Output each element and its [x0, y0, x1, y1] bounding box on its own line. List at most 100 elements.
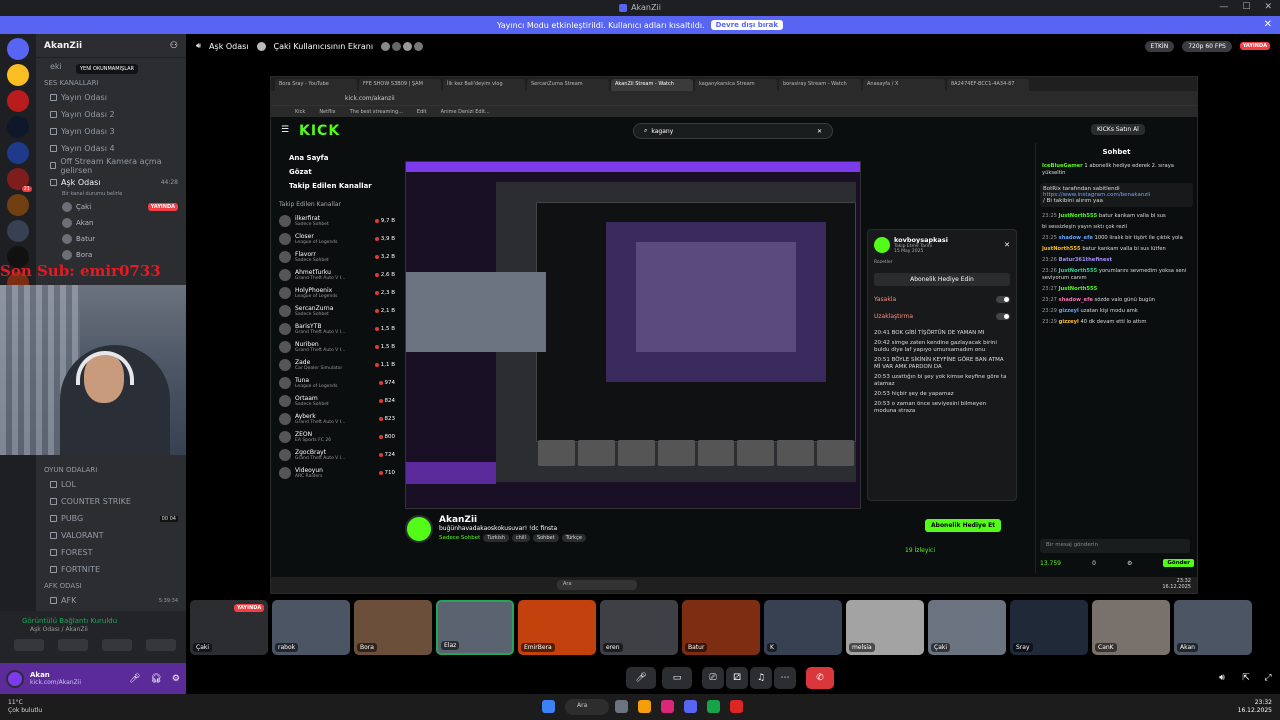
voice-user[interactable]: Akan [36, 215, 186, 231]
stream-tag[interactable]: Türkçe [561, 534, 586, 542]
voice-channel[interactable]: Off Stream Kamera açma gelirsen [36, 157, 186, 175]
home-icon[interactable] [7, 38, 29, 60]
browser-tab[interactable]: borasiray Stream - Watch [779, 79, 861, 91]
nav-following[interactable]: Takip Edilen Kanallar [279, 179, 395, 193]
voice-channel[interactable]: FORTNITE [36, 561, 186, 578]
shared-screen-browser[interactable]: Bora Sray - YouTube FFE SHOW S3B09 | ŞAM… [270, 76, 1198, 594]
voice-channel[interactable]: Yayın Odası 2 [36, 106, 186, 123]
server-icon[interactable] [7, 90, 29, 112]
chat-username[interactable]: shadow_efe [1059, 297, 1093, 303]
bookmark[interactable]: Kick [295, 109, 305, 115]
category-afk[interactable]: AFK ODASI [36, 578, 186, 592]
voice-channel[interactable]: PUBG 00 04 [36, 510, 186, 527]
voice-channel-afk[interactable]: AFK 5:39:34 [36, 592, 186, 609]
clear-search-icon[interactable]: ✕ [817, 128, 822, 135]
camera-button[interactable] [14, 639, 44, 651]
browser-tab[interactable]: İlk kez Bali'deyim vlog [443, 79, 525, 91]
buy-kicks-button[interactable]: KICKs Satın Al [1091, 124, 1145, 135]
chat-username[interactable]: JustNorth555 [1059, 213, 1098, 219]
server-icon[interactable]: 21 [7, 168, 32, 192]
chat-input[interactable]: Bir mesaj gönderin [1040, 539, 1190, 553]
camera-button[interactable]: ▭ [662, 667, 692, 689]
settings-icon[interactable]: ⚙ [172, 674, 180, 684]
chat-username[interactable]: Batur361thefinest [1059, 257, 1112, 263]
chat-message[interactable]: 23:27 JustNorth555 [1036, 284, 1197, 295]
bookmark[interactable]: The best streaming... [350, 109, 403, 115]
weather-widget[interactable]: 11°C Çok bulutlu [8, 699, 42, 715]
ban-row[interactable]: Yasakla [874, 296, 1010, 303]
participant-tile[interactable]: eren [600, 600, 678, 655]
stream-tag[interactable]: chill [511, 534, 530, 542]
server-icon[interactable] [7, 142, 29, 164]
minimize-icon[interactable]: — [1219, 2, 1228, 12]
chat-username[interactable]: gizzeyl [1059, 319, 1079, 325]
participant-tile[interactable]: Akan [1174, 600, 1252, 655]
participant-tile[interactable]: Bora [354, 600, 432, 655]
voice-connected-channel[interactable]: Aşk Odası / AkanZii [0, 625, 186, 633]
app-icon[interactable] [707, 700, 720, 713]
mic-button[interactable]: 🎤︎ [626, 667, 656, 689]
chat-username[interactable]: JustNorth555 [1059, 286, 1098, 292]
browser-tab[interactable]: kaganykarsica Stream [695, 79, 777, 91]
following-channel[interactable]: ZgocBrayt Grand Theft Auto V I... 724 [279, 446, 395, 464]
participant-tile[interactable]: rabok [272, 600, 350, 655]
gift-sub-button[interactable]: Abonelik Hediye Edin [874, 273, 1010, 286]
participant-tile[interactable]: EmirBera [518, 600, 596, 655]
voice-channel[interactable]: COUNTER STRIKE [36, 493, 186, 510]
following-channel[interactable]: ZEON EA Sports FC 26 800 [279, 428, 395, 446]
browser-tab[interactable]: Anasayfa / X [863, 79, 945, 91]
activities-button[interactable]: ⚂ [726, 667, 748, 689]
nav-home[interactable]: Ana Sayfa [279, 151, 395, 165]
following-channel[interactable]: Ortaam Sadece Sohbet 824 [279, 392, 395, 410]
channel-status[interactable]: Bir kanal durumu belirle [36, 191, 186, 199]
following-channel[interactable]: Closer League of Legends 3,9 B [279, 230, 395, 248]
chat-message[interactable]: 23:25 JustNorth555 batur kankam valla bi… [1036, 211, 1197, 222]
banner-close-icon[interactable]: ✕ [1264, 19, 1272, 30]
voice-channel[interactable]: Yayın Odası [36, 89, 186, 106]
chat-message[interactable]: JustNorth555 batur kankam valla bi sus l… [1036, 244, 1197, 255]
taskview-icon[interactable] [615, 700, 628, 713]
chat-message[interactable]: 23:26 JustNorth555 yorumlarını sevmedim … [1036, 266, 1197, 284]
chat-username[interactable]: JustNorth555 [1059, 268, 1098, 274]
maximize-icon[interactable]: ☐ [1242, 2, 1250, 12]
voice-channel-active[interactable]: Aşk Odası 44:28 [36, 174, 186, 191]
voice-channel[interactable]: Yayın Odası 4 [36, 140, 186, 157]
leave-call-button[interactable]: ✆ [806, 667, 834, 689]
chat-message[interactable]: 23:27 shadow_efe sözde valo günü bugün [1036, 295, 1197, 306]
screen-share-button[interactable] [58, 639, 88, 651]
send-button[interactable]: Gönder [1163, 559, 1194, 567]
channel-avatar[interactable] [405, 515, 433, 543]
timeout-row[interactable]: Uzaklaştırma [874, 313, 1010, 320]
volume-icon[interactable]: 🔊︎ [1212, 667, 1232, 689]
voice-channel[interactable]: FOREST [36, 544, 186, 561]
participant-tile[interactable]: K [764, 600, 842, 655]
close-icon[interactable]: ✕ [1264, 2, 1272, 12]
bookmark[interactable]: Anime Denizi Edit... [441, 109, 490, 115]
following-channel[interactable]: BarisYTB Grand Theft Auto V I... 1,5 B [279, 320, 395, 338]
kick-logo[interactable]: KICK [299, 123, 340, 139]
browser-tab[interactable]: SercanZurna Stream [527, 79, 609, 91]
chat-username[interactable]: gizzeyl [1059, 308, 1079, 314]
file-explorer-icon[interactable] [638, 700, 651, 713]
activities-button[interactable] [102, 639, 132, 651]
ban-toggle[interactable] [996, 296, 1010, 303]
stream-category[interactable]: Sadece Sohbet [439, 535, 480, 541]
voice-channel[interactable]: VALORANT [36, 527, 186, 544]
following-channel[interactable]: Flavorr Sadece Sohbet 3,2 B [279, 248, 395, 266]
popout-icon[interactable]: ⇱ [1236, 667, 1256, 689]
chat-message[interactable]: bi sessizleşin yayın sıktı çok rezil [1036, 222, 1197, 233]
voice-user[interactable]: Batur [36, 231, 186, 247]
timeout-toggle[interactable] [996, 313, 1010, 320]
pinned-message[interactable]: BotRix tarafından sabitlendi https://www… [1040, 183, 1193, 207]
start-icon[interactable] [542, 700, 555, 713]
chat-username[interactable]: JustNorth555 [1042, 246, 1081, 252]
kicks-balance[interactable]: 13.759 [1040, 560, 1061, 567]
taskbar-clock[interactable]: 23:32 16.12.2025 [1238, 699, 1272, 715]
participant-tile[interactable]: melsia [846, 600, 924, 655]
stream-tag[interactable]: Turkish [483, 534, 509, 542]
channel-name[interactable]: AkanZii [439, 515, 586, 525]
chat-settings-icon[interactable]: ⚙ [1127, 560, 1132, 567]
server-icon[interactable] [7, 220, 29, 242]
soundboard-button[interactable] [146, 639, 176, 651]
following-channel[interactable]: Videoyun ARC Raiders 710 [279, 464, 395, 482]
